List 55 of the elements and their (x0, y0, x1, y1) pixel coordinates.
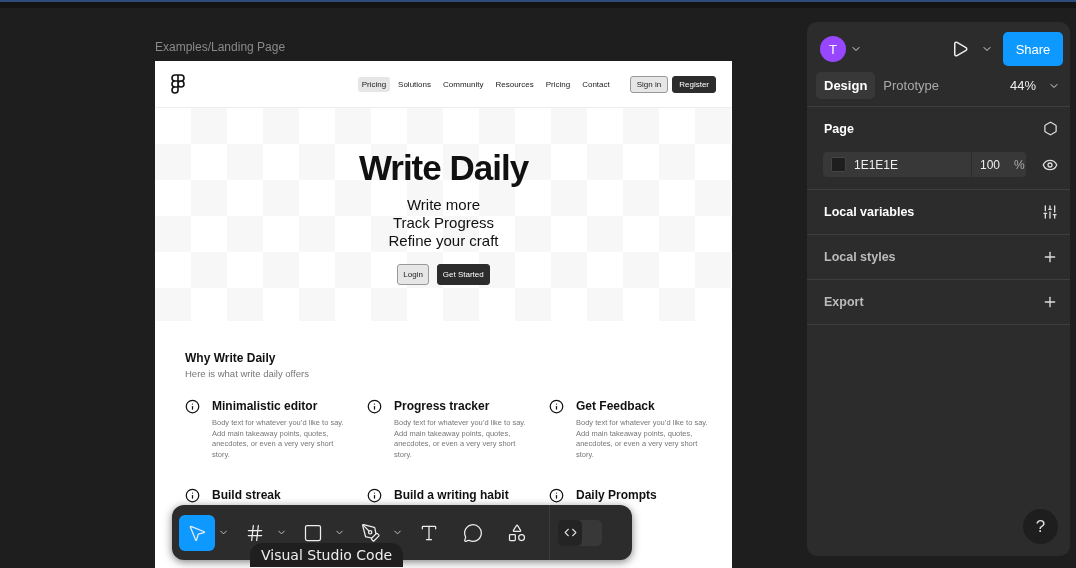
nav-link[interactable]: Pricing (541, 76, 575, 92)
feature-title: Progress tracker (394, 399, 491, 413)
feature-title: Build streak (212, 488, 282, 502)
pen-icon (361, 522, 381, 543)
info-icon (367, 399, 382, 414)
feature-title: Get Feedback (576, 399, 656, 413)
nav-link[interactable]: Resources (491, 76, 538, 92)
color-swatch[interactable] (831, 157, 846, 172)
nav-link[interactable]: Pricing (357, 76, 391, 92)
zoom-level[interactable]: 44% (1009, 78, 1036, 93)
panel-tab[interactable]: Design (816, 72, 876, 99)
user-avatar[interactable]: T (820, 36, 846, 62)
frame-label[interactable]: Examples/Landing Page (155, 40, 806, 54)
speech-bubble-icon (463, 522, 483, 543)
plus-icon[interactable] (1042, 294, 1058, 310)
hero-tagline: Write more (406, 196, 481, 214)
feature-title: Build a writing habit (394, 488, 510, 502)
nav-link[interactable]: Contact (578, 76, 614, 92)
tooltip: Visual Studio Code (250, 543, 404, 567)
hero-tagline: Refine your craft (388, 232, 499, 250)
info-icon (185, 488, 200, 503)
login-button[interactable]: Login (397, 264, 429, 285)
info-icon (185, 399, 200, 414)
color-field[interactable]: 1E1E1E 100 % (823, 152, 1026, 177)
plus-icon[interactable] (1042, 249, 1058, 265)
hero-title: Write Daily (358, 148, 529, 188)
help-button[interactable]: ? (1023, 509, 1058, 544)
code-icon (563, 526, 577, 539)
section-title: Local variables (824, 205, 915, 219)
play-icon[interactable] (951, 40, 969, 58)
register-button[interactable]: Register (672, 75, 716, 93)
section-title: Why Write Daily (185, 351, 277, 365)
tool-button[interactable] (179, 514, 215, 551)
sign-in-button[interactable]: Sign in (629, 75, 669, 93)
feature-title: Minimalistic editor (212, 399, 319, 413)
info-icon (367, 488, 382, 503)
hexagon-icon[interactable] (1043, 121, 1058, 136)
section-title: Local styles (824, 250, 896, 264)
dev-mode-toggle[interactable] (558, 519, 602, 546)
section-title: Export (824, 295, 864, 309)
nav-link[interactable]: Community (439, 76, 488, 92)
sliders-icon[interactable] (1042, 204, 1058, 220)
info-icon (549, 488, 564, 503)
section-subtitle: Here is what write daily offers (185, 368, 310, 379)
nav-link[interactable]: Solutions (394, 76, 435, 92)
hash-icon (245, 522, 265, 543)
shapes-icon (507, 522, 527, 543)
logo-icon (171, 74, 185, 94)
feature-title: Daily Prompts (576, 488, 658, 502)
square-icon (303, 522, 323, 543)
hero-tagline: Track Progress (392, 214, 495, 232)
info-icon (549, 399, 564, 414)
panel-tab[interactable]: Prototype (875, 72, 947, 99)
section-title: Page (824, 121, 854, 136)
get-started-button[interactable]: Get Started (436, 264, 490, 285)
